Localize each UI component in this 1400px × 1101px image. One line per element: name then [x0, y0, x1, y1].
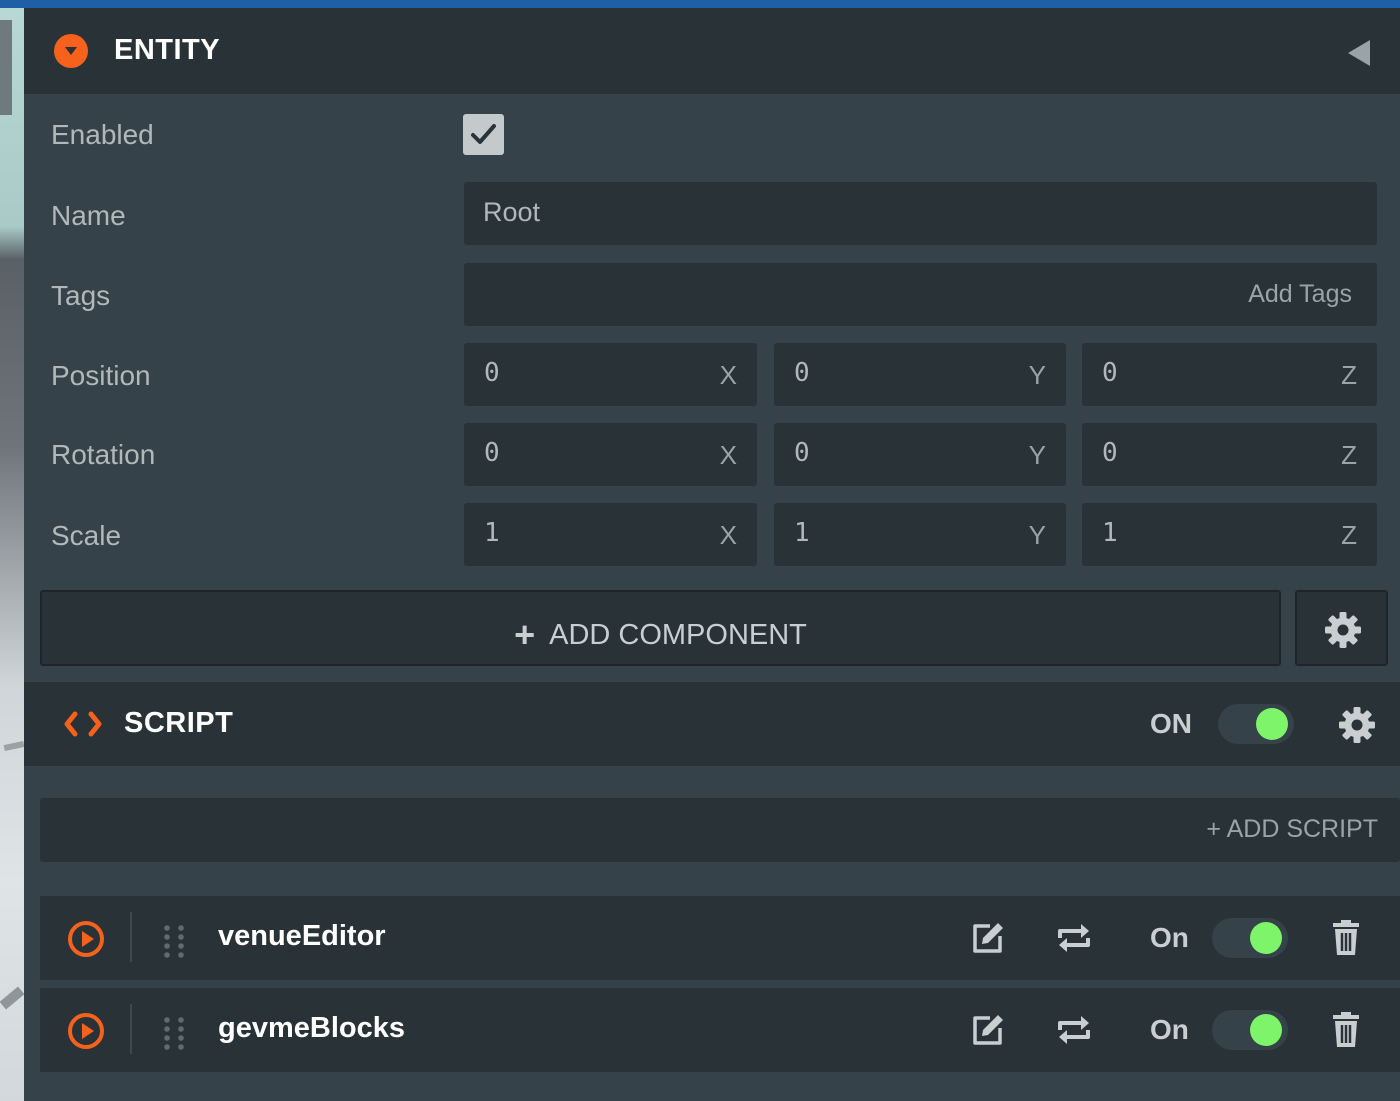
component-settings-button[interactable] [1295, 590, 1388, 666]
rotation-label: Rotation [51, 439, 156, 470]
axis-y-label: Y [1028, 520, 1046, 550]
enabled-checkbox[interactable] [463, 114, 504, 155]
script-item: gevmeBlocks On [40, 988, 1400, 1072]
script-state-label: On [1150, 922, 1189, 953]
position-x-field[interactable]: 0 X [464, 343, 757, 406]
divider [130, 1004, 132, 1054]
scale-z-field[interactable]: 1 Z [1082, 503, 1377, 566]
gear-icon [1325, 612, 1361, 648]
reload-icon[interactable] [1056, 919, 1092, 957]
position-label: Position [51, 360, 151, 391]
position-x-value: 0 [484, 358, 500, 388]
trash-icon[interactable] [1332, 920, 1360, 956]
axis-x-label: X [719, 440, 737, 470]
scale-x-field[interactable]: 1 X [464, 503, 757, 566]
panel-resize-handle[interactable] [0, 20, 12, 115]
axis-x-label: X [719, 360, 737, 390]
tags-input[interactable]: Add Tags [464, 263, 1377, 326]
tags-label: Tags [51, 280, 111, 311]
name-field[interactable]: Root [464, 182, 1377, 245]
viewport-edge[interactable] [0, 8, 25, 1101]
viewport-detail [0, 986, 25, 1010]
drag-handle-icon[interactable] [162, 1016, 186, 1050]
axis-z-label: Z [1341, 360, 1357, 390]
add-component-label: ADD COMPONENT [549, 619, 807, 651]
position-y-value: 0 [794, 358, 810, 388]
toggle-knob [1250, 922, 1282, 954]
inspector-panel: ENTITY Enabled Name Root Tags Add Tags P… [24, 8, 1400, 1101]
edit-icon[interactable] [970, 1012, 1006, 1048]
drag-handle-icon[interactable] [162, 924, 186, 958]
axis-x-label: X [719, 520, 737, 550]
name-value: Root [483, 197, 541, 227]
script-item: venueEditor On [40, 896, 1400, 980]
axis-y-label: Y [1028, 360, 1046, 390]
rotation-z-field[interactable]: 0 Z [1082, 423, 1377, 486]
scale-z-value: 1 [1102, 518, 1118, 548]
chevron-down-circle-icon[interactable] [54, 34, 88, 68]
edit-icon[interactable] [970, 920, 1006, 956]
position-y-field[interactable]: 0 Y [774, 343, 1066, 406]
scale-x-value: 1 [484, 518, 500, 548]
triangle-left-icon[interactable] [1348, 40, 1370, 66]
position-z-value: 0 [1102, 358, 1118, 388]
script-item-toggle[interactable] [1212, 1010, 1288, 1050]
gear-icon[interactable] [1338, 706, 1376, 744]
code-brackets-icon [64, 711, 102, 737]
add-script-label: + ADD SCRIPT [1206, 815, 1378, 843]
reload-icon[interactable] [1056, 1011, 1092, 1049]
rotation-y-value: 0 [794, 438, 810, 468]
axis-z-label: Z [1341, 520, 1357, 550]
rotation-z-value: 0 [1102, 438, 1118, 468]
divider [130, 912, 132, 962]
scale-y-value: 1 [794, 518, 810, 548]
script-component-header[interactable]: SCRIPT ON [24, 682, 1400, 766]
script-state-label: On [1150, 1014, 1189, 1045]
axis-z-label: Z [1341, 440, 1357, 470]
script-state-label: ON [1150, 708, 1192, 739]
enabled-label: Enabled [51, 119, 154, 150]
trash-icon[interactable] [1332, 1012, 1360, 1048]
rotation-x-field[interactable]: 0 X [464, 423, 757, 486]
script-title: SCRIPT [124, 707, 234, 739]
checkmark-icon [471, 124, 496, 144]
toggle-knob [1250, 1014, 1282, 1046]
script-name: gevmeBlocks [218, 1012, 405, 1044]
plus-icon: + [514, 614, 536, 655]
scale-label: Scale [51, 520, 122, 551]
entity-title: ENTITY [114, 34, 221, 66]
window-top-border [0, 0, 1400, 8]
scale-y-field[interactable]: 1 Y [774, 503, 1066, 566]
script-enable-toggle[interactable] [1218, 704, 1294, 744]
rotation-x-value: 0 [484, 438, 500, 468]
name-label: Name [51, 200, 126, 231]
add-component-button[interactable]: + ADD COMPONENT [40, 590, 1281, 666]
script-item-toggle[interactable] [1212, 918, 1288, 958]
play-circle-icon[interactable] [67, 1012, 105, 1050]
add-script-button[interactable]: + ADD SCRIPT [40, 798, 1400, 862]
viewport-detail [3, 740, 25, 752]
position-z-field[interactable]: 0 Z [1082, 343, 1377, 406]
tags-placeholder: Add Tags [1248, 280, 1352, 308]
script-name: venueEditor [218, 920, 386, 952]
play-circle-icon[interactable] [67, 920, 105, 958]
axis-y-label: Y [1028, 440, 1046, 470]
entity-header[interactable]: ENTITY [24, 8, 1400, 94]
toggle-knob [1256, 708, 1288, 740]
rotation-y-field[interactable]: 0 Y [774, 423, 1066, 486]
